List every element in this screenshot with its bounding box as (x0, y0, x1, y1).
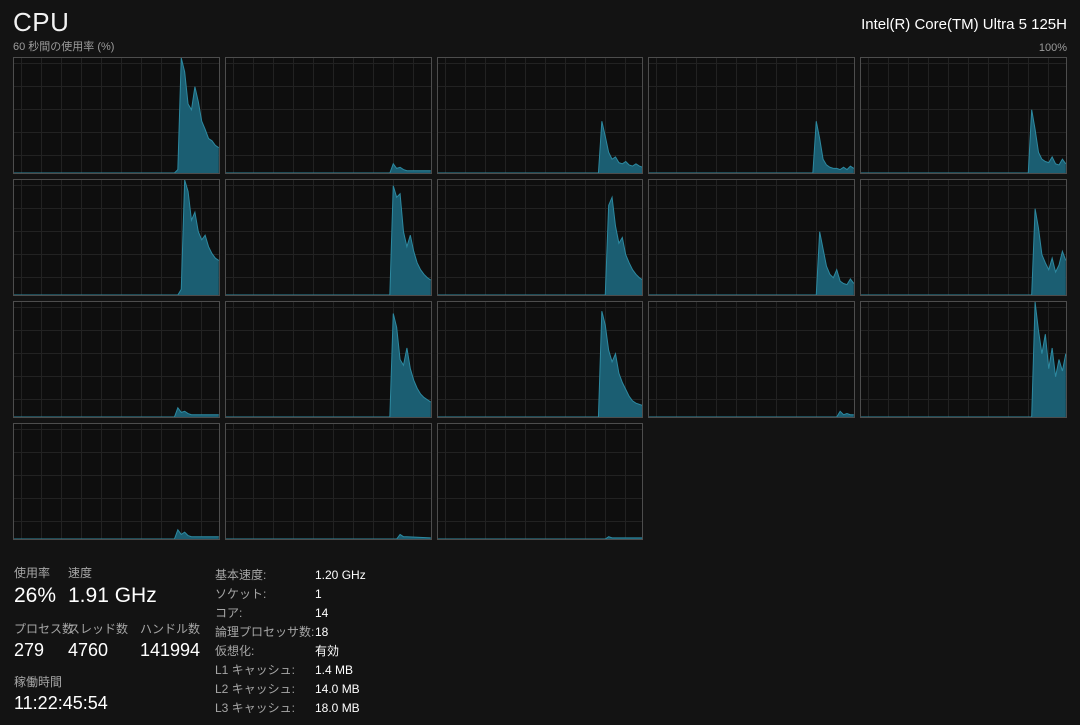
cpu-core-graph-12[interactable] (437, 301, 644, 418)
cpu-header: CPU Intel(R) Core(TM) Ultra 5 125H (13, 0, 1067, 38)
detail-label: 仮想化: (215, 642, 315, 659)
speed-label: 速度 (68, 564, 157, 581)
cpu-core-graph-1[interactable] (225, 57, 432, 174)
cpu-core-graph-11[interactable] (225, 301, 432, 418)
detail-value: 有効 (315, 642, 339, 659)
graph-max-label: 100% (1039, 42, 1067, 54)
graph-axis-label: 60 秒間の使用率 (%) (13, 38, 114, 54)
stat-utilization: 使用率 26% (14, 564, 68, 608)
detail-row-base-speed: 基本速度: 1.20 GHz (215, 565, 366, 584)
detail-label: L1 キャッシュ: (215, 661, 315, 678)
detail-row-cores: コア: 14 (215, 603, 366, 622)
cpu-core-graph-15[interactable] (13, 423, 220, 540)
stat-threads: スレッド数 4760 (68, 620, 140, 661)
detail-value: 14 (315, 606, 328, 620)
stat-row-utilization-speed: 使用率 26% 速度 1.91 GHz (14, 564, 200, 608)
processes-label: プロセス数 (14, 620, 68, 637)
cpu-core-graph-13[interactable] (648, 301, 855, 418)
stat-speed: 速度 1.91 GHz (68, 564, 157, 608)
detail-row-sockets: ソケット: 1 (215, 584, 366, 603)
cpu-core-graph-14[interactable] (860, 301, 1067, 418)
cpu-core-graph-5[interactable] (13, 179, 220, 296)
cpu-core-graph-2[interactable] (437, 57, 644, 174)
detail-row-l3-cache: L3 キャッシュ: 18.0 MB (215, 698, 366, 717)
task-manager-cpu-page: CPU Intel(R) Core(TM) Ultra 5 125H 60 秒間… (0, 0, 1080, 725)
cpu-core-graph-8[interactable] (648, 179, 855, 296)
detail-value: 1.20 GHz (315, 568, 366, 582)
cpu-spec-details: 基本速度: 1.20 GHz ソケット: 1 コア: 14 論理プロセッサ数: … (215, 565, 366, 717)
cpu-core-graph-10[interactable] (13, 301, 220, 418)
detail-value: 1.4 MB (315, 663, 353, 677)
detail-label: 基本速度: (215, 566, 315, 583)
cpu-core-graph-0[interactable] (13, 57, 220, 174)
detail-value: 18.0 MB (315, 701, 360, 715)
uptime-value: 11:22:45:54 (14, 693, 108, 713)
detail-value: 14.0 MB (315, 682, 360, 696)
threads-label: スレッド数 (68, 620, 140, 637)
detail-label: 論理プロセッサ数: (215, 623, 315, 640)
utilization-label: 使用率 (14, 564, 68, 581)
graph-axis-row: 60 秒間の使用率 (%) 100% (13, 39, 1067, 54)
detail-label: ソケット: (215, 585, 315, 602)
cpu-core-graph-7[interactable] (437, 179, 644, 296)
stat-row-processes-threads-handles: プロセス数 279 スレッド数 4760 ハンドル数 141994 (14, 620, 200, 661)
cpu-core-graph-9[interactable] (860, 179, 1067, 296)
stat-row-uptime: 稼働時間 11:22:45:54 (14, 673, 200, 714)
stat-processes: プロセス数 279 (14, 620, 68, 661)
cpu-core-graph-17[interactable] (437, 423, 644, 540)
cpu-core-graph-4[interactable] (860, 57, 1067, 174)
threads-value: 4760 (68, 640, 108, 660)
detail-value: 1 (315, 587, 322, 601)
uptime-label: 稼働時間 (14, 673, 108, 690)
utilization-value: 26% (14, 584, 56, 607)
detail-label: L3 キャッシュ: (215, 699, 315, 716)
detail-row-l2-cache: L2 キャッシュ: 14.0 MB (215, 679, 366, 698)
speed-value: 1.91 GHz (68, 584, 157, 607)
cpu-summary-stats: 使用率 26% 速度 1.91 GHz プロセス数 279 スレッド数 4760 (14, 564, 200, 725)
cpu-graphs-grid (13, 57, 1067, 540)
cpu-core-graph-6[interactable] (225, 179, 432, 296)
detail-row-virtualization: 仮想化: 有効 (215, 641, 366, 660)
processes-value: 279 (14, 640, 44, 660)
processor-name: Intel(R) Core(TM) Ultra 5 125H (861, 7, 1067, 33)
handles-label: ハンドル数 (140, 620, 200, 637)
stat-handles: ハンドル数 141994 (140, 620, 200, 661)
cpu-core-graph-3[interactable] (648, 57, 855, 174)
detail-label: コア: (215, 604, 315, 621)
handles-value: 141994 (140, 640, 200, 660)
detail-row-l1-cache: L1 キャッシュ: 1.4 MB (215, 660, 366, 679)
stat-uptime: 稼働時間 11:22:45:54 (14, 673, 108, 714)
detail-row-logical-processors: 論理プロセッサ数: 18 (215, 622, 366, 641)
cpu-core-graph-16[interactable] (225, 423, 432, 540)
detail-label: L2 キャッシュ: (215, 680, 315, 697)
detail-value: 18 (315, 625, 328, 639)
cpu-stats-section: 使用率 26% 速度 1.91 GHz プロセス数 279 スレッド数 4760 (13, 564, 1067, 724)
page-title: CPU (13, 7, 69, 38)
